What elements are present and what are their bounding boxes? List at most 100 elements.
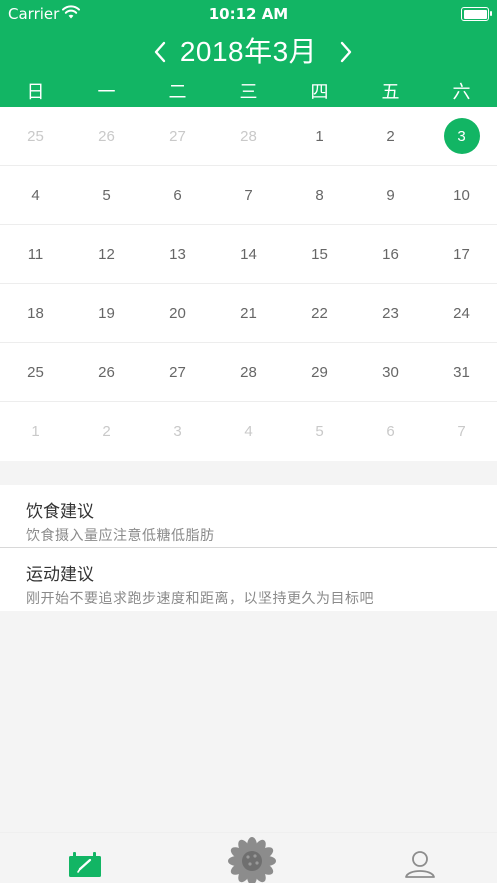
calendar-day[interactable]: 1 xyxy=(0,402,71,461)
calendar-day-number: 6 xyxy=(386,423,395,440)
calendar-day-selected[interactable]: 3 xyxy=(426,107,497,165)
calendar-day[interactable]: 21 xyxy=(213,284,284,342)
calendar-day-number: 25 xyxy=(27,363,44,381)
calendar-day-number: 2 xyxy=(102,423,111,440)
diet-advice-item[interactable]: 饮食建议 饮食摄入量应注意低糖低脂肪 xyxy=(0,485,497,548)
weekday-label: 三 xyxy=(239,82,258,103)
advice-panel: 饮食建议 饮食摄入量应注意低糖低脂肪 运动建议 刚开始不要追求跑步速度和距离，以… xyxy=(0,485,497,611)
calendar-day[interactable]: 6 xyxy=(142,166,213,224)
calendar-day-number: 7 xyxy=(457,423,466,440)
calendar-day-number: 2 xyxy=(386,127,395,145)
prev-month-button[interactable] xyxy=(150,40,170,64)
calendar-day-number: 27 xyxy=(169,127,186,145)
calendar-day[interactable]: 29 xyxy=(284,343,355,401)
calendar-day-number: 31 xyxy=(453,363,470,381)
calendar-day[interactable]: 22 xyxy=(284,284,355,342)
calendar-day[interactable]: 25 xyxy=(0,343,71,401)
calendar-day[interactable]: 4 xyxy=(0,166,71,224)
calendar-day-number: 30 xyxy=(382,363,399,381)
calendar-header: Carrier 10:12 AM 2018年3月 日 一 二 三 四 五 六 xyxy=(0,0,497,107)
calendar-day[interactable]: 27 xyxy=(142,343,213,401)
calendar-day-number: 6 xyxy=(173,186,182,204)
calendar-week-row: 25 26 27 28 1 2 3 xyxy=(0,107,497,166)
calendar-day-number: 24 xyxy=(453,304,470,322)
calendar-day-number: 17 xyxy=(453,245,470,263)
calendar-day[interactable]: 6 xyxy=(355,402,426,461)
calendar-day[interactable]: 2 xyxy=(71,402,142,461)
weekday-label: 二 xyxy=(168,82,187,103)
calendar-day[interactable]: 25 xyxy=(0,107,71,165)
calendar-day[interactable]: 2 xyxy=(355,107,426,165)
calendar-day[interactable]: 5 xyxy=(71,166,142,224)
calendar-day-number: 21 xyxy=(240,304,257,322)
calendar-day[interactable]: 4 xyxy=(213,402,284,461)
profile-icon xyxy=(405,851,435,878)
calendar-day[interactable]: 20 xyxy=(142,284,213,342)
calendar-day[interactable]: 1 xyxy=(284,107,355,165)
calendar-day[interactable]: 14 xyxy=(213,225,284,283)
calendar-day[interactable]: 23 xyxy=(355,284,426,342)
calendar-day[interactable]: 5 xyxy=(284,402,355,461)
diet-advice-description: 饮食摄入量应注意低糖低脂肪 xyxy=(26,528,215,544)
status-bar: Carrier 10:12 AM xyxy=(0,0,497,28)
calendar-day-number: 20 xyxy=(169,304,186,322)
weekday-label: 四 xyxy=(310,82,329,103)
month-navigation: 2018年3月 xyxy=(0,32,497,72)
calendar-week-row: 11 12 13 14 15 16 17 xyxy=(0,225,497,284)
calendar-day-number: 4 xyxy=(244,423,253,440)
calendar-day-number: 3 xyxy=(173,423,182,440)
calendar-week-row: 25 26 27 28 29 30 31 xyxy=(0,343,497,402)
calendar-day[interactable]: 11 xyxy=(0,225,71,283)
calendar-day[interactable]: 7 xyxy=(213,166,284,224)
calendar-day[interactable]: 10 xyxy=(426,166,497,224)
calendar-day-number: 23 xyxy=(382,304,399,322)
calendar-day-number: 15 xyxy=(311,245,328,263)
tab-profile[interactable] xyxy=(398,833,442,883)
calendar-day-number: 10 xyxy=(453,186,470,204)
exercise-advice-item[interactable]: 运动建议 刚开始不要追求跑步速度和距离，以坚持更久为目标吧 xyxy=(0,548,497,611)
calendar-week-row: 1 2 3 4 5 6 7 xyxy=(0,402,497,461)
tab-diary[interactable] xyxy=(62,833,106,883)
weekday-label: 五 xyxy=(381,82,400,103)
tab-bar xyxy=(0,832,497,883)
calendar-day[interactable]: 3 xyxy=(142,402,213,461)
calendar-day-number: 26 xyxy=(98,127,115,145)
calendar-day[interactable]: 26 xyxy=(71,107,142,165)
diet-advice-title: 饮食建议 xyxy=(26,502,94,522)
tab-sunflower[interactable] xyxy=(224,833,280,883)
calendar-day[interactable]: 26 xyxy=(71,343,142,401)
calendar-day[interactable]: 31 xyxy=(426,343,497,401)
calendar-day-number: 8 xyxy=(315,186,324,204)
calendar-day[interactable]: 28 xyxy=(213,343,284,401)
status-time: 10:12 AM xyxy=(208,5,289,23)
calendar-day[interactable]: 8 xyxy=(284,166,355,224)
weekday-header-row: 日 一 二 三 四 五 六 xyxy=(0,80,497,106)
calendar-day[interactable]: 27 xyxy=(142,107,213,165)
calendar-day[interactable]: 12 xyxy=(71,225,142,283)
calendar-day[interactable]: 18 xyxy=(0,284,71,342)
calendar-day[interactable]: 15 xyxy=(284,225,355,283)
calendar-day-number: 25 xyxy=(27,127,44,145)
calendar-day-number: 3 xyxy=(443,118,480,154)
calendar-day-number: 1 xyxy=(31,423,40,440)
calendar-day[interactable]: 16 xyxy=(355,225,426,283)
calendar-day[interactable]: 9 xyxy=(355,166,426,224)
calendar-day-number: 19 xyxy=(98,304,115,322)
calendar-day[interactable]: 13 xyxy=(142,225,213,283)
calendar-day-number: 22 xyxy=(311,304,328,322)
calendar-day[interactable]: 7 xyxy=(426,402,497,461)
calendar-day-number: 5 xyxy=(315,423,324,440)
calendar-day-number: 1 xyxy=(315,127,324,145)
app-screen: Carrier 10:12 AM 2018年3月 日 一 二 三 四 五 六 2… xyxy=(0,0,497,883)
calendar-week-row: 4 5 6 7 8 9 10 xyxy=(0,166,497,225)
calendar-day[interactable]: 30 xyxy=(355,343,426,401)
calendar-week-row: 18 19 20 21 22 23 24 xyxy=(0,284,497,343)
calendar-day[interactable]: 17 xyxy=(426,225,497,283)
weekday-label: 一 xyxy=(97,82,116,103)
calendar-day[interactable]: 28 xyxy=(213,107,284,165)
calendar-day-number: 28 xyxy=(240,363,257,381)
calendar-day[interactable]: 24 xyxy=(426,284,497,342)
next-month-button[interactable] xyxy=(336,40,356,64)
calendar-day[interactable]: 19 xyxy=(71,284,142,342)
calendar-day-number: 11 xyxy=(27,245,44,263)
